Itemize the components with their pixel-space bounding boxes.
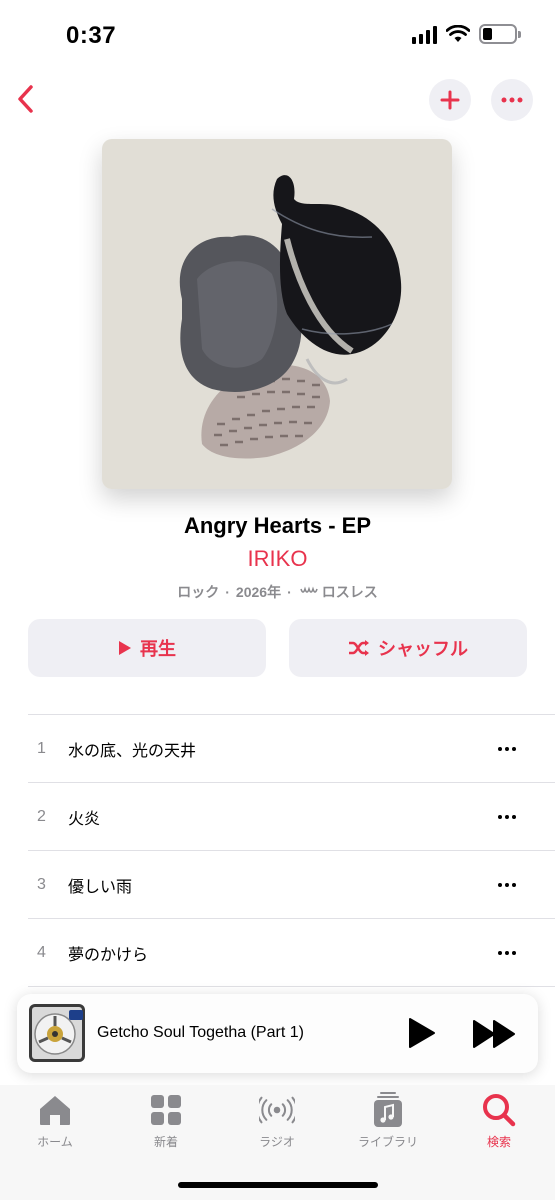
track-more-button[interactable] xyxy=(496,807,518,827)
genre-label: ロック xyxy=(177,584,220,600)
chevron-left-icon xyxy=(18,85,33,113)
now-playing-title: Getcho Soul Togetha (Part 1) xyxy=(97,1024,304,1041)
battery-icon xyxy=(479,24,521,44)
album-title: Angry Hearts - EP xyxy=(183,513,372,538)
track-title: 夢のかけら xyxy=(68,946,149,964)
more-options-button[interactable] xyxy=(491,79,533,121)
play-label: 再生 xyxy=(140,639,176,659)
track-title: 水の底、光の天井 xyxy=(68,742,197,760)
status-icons xyxy=(412,24,521,44)
track-row[interactable]: 4 夢のかけら xyxy=(28,919,555,987)
back-button[interactable] xyxy=(10,82,40,116)
tab-label: 新着 xyxy=(153,1135,178,1149)
library-icon xyxy=(370,1092,406,1128)
track-more-button[interactable] xyxy=(496,943,518,963)
track-row[interactable]: 1 水の底、光の天井 xyxy=(28,715,555,783)
shuffle-button[interactable]: シャッフル xyxy=(289,619,527,677)
track-more-button[interactable] xyxy=(496,875,518,895)
play-icon xyxy=(119,641,131,655)
track-number: 2 xyxy=(37,807,46,825)
tab-home[interactable]: ホーム xyxy=(10,1092,100,1150)
shuffle-icon xyxy=(349,640,369,656)
track-row[interactable]: 3 優しい雨 xyxy=(28,851,555,919)
track-more-button[interactable] xyxy=(496,739,518,759)
tab-label: ホーム xyxy=(37,1135,73,1149)
track-title: 優しい雨 xyxy=(68,878,133,896)
now-playing-artwork xyxy=(29,1004,85,1062)
search-icon xyxy=(481,1092,517,1128)
tab-label: 検索 xyxy=(486,1135,511,1149)
tab-label: ラジオ xyxy=(259,1135,295,1149)
artist-name[interactable]: IRIKO xyxy=(0,546,555,572)
fast-forward-icon[interactable] xyxy=(472,1019,518,1049)
track-number: 4 xyxy=(37,943,46,961)
signal-icon xyxy=(412,24,437,44)
wifi-icon xyxy=(446,25,470,42)
add-to-library-button[interactable] xyxy=(429,79,471,121)
shuffle-label: シャッフル xyxy=(378,639,468,659)
home-indicator xyxy=(178,1182,378,1188)
album-artwork xyxy=(102,139,452,489)
radio-icon xyxy=(259,1092,295,1128)
tab-radio[interactable]: ラジオ xyxy=(232,1092,322,1150)
tab-search[interactable]: 検索 xyxy=(454,1092,544,1150)
play-button[interactable]: 再生 xyxy=(28,619,266,677)
tab-new[interactable]: 新着 xyxy=(121,1092,211,1150)
track-list: 1 水の底、光の天井 2 火炎 3 優しい雨 4 夢のかけら xyxy=(28,714,555,987)
play-icon[interactable] xyxy=(407,1017,437,1049)
quality-label: ロスレス xyxy=(321,584,378,600)
year-label: 2026年 xyxy=(235,584,282,600)
track-row[interactable]: 2 火炎 xyxy=(28,783,555,851)
track-number: 1 xyxy=(37,739,46,757)
meta-separator: · xyxy=(225,584,230,600)
status-time: 0:37 xyxy=(66,22,117,49)
ellipsis-icon xyxy=(501,97,523,103)
lossless-icon xyxy=(299,586,318,593)
mini-player[interactable]: Getcho Soul Togetha (Part 1) xyxy=(17,994,538,1073)
tab-label: ライブラリ xyxy=(357,1135,418,1149)
meta-separator: · xyxy=(287,584,292,600)
home-icon xyxy=(37,1092,73,1128)
plus-icon xyxy=(440,90,460,110)
track-number: 3 xyxy=(37,875,46,893)
tab-library[interactable]: ライブラリ xyxy=(343,1092,433,1150)
grid-icon xyxy=(148,1092,184,1128)
album-meta: ロック · 2026年 · ロスレス xyxy=(0,582,555,602)
track-title: 火炎 xyxy=(68,810,101,828)
